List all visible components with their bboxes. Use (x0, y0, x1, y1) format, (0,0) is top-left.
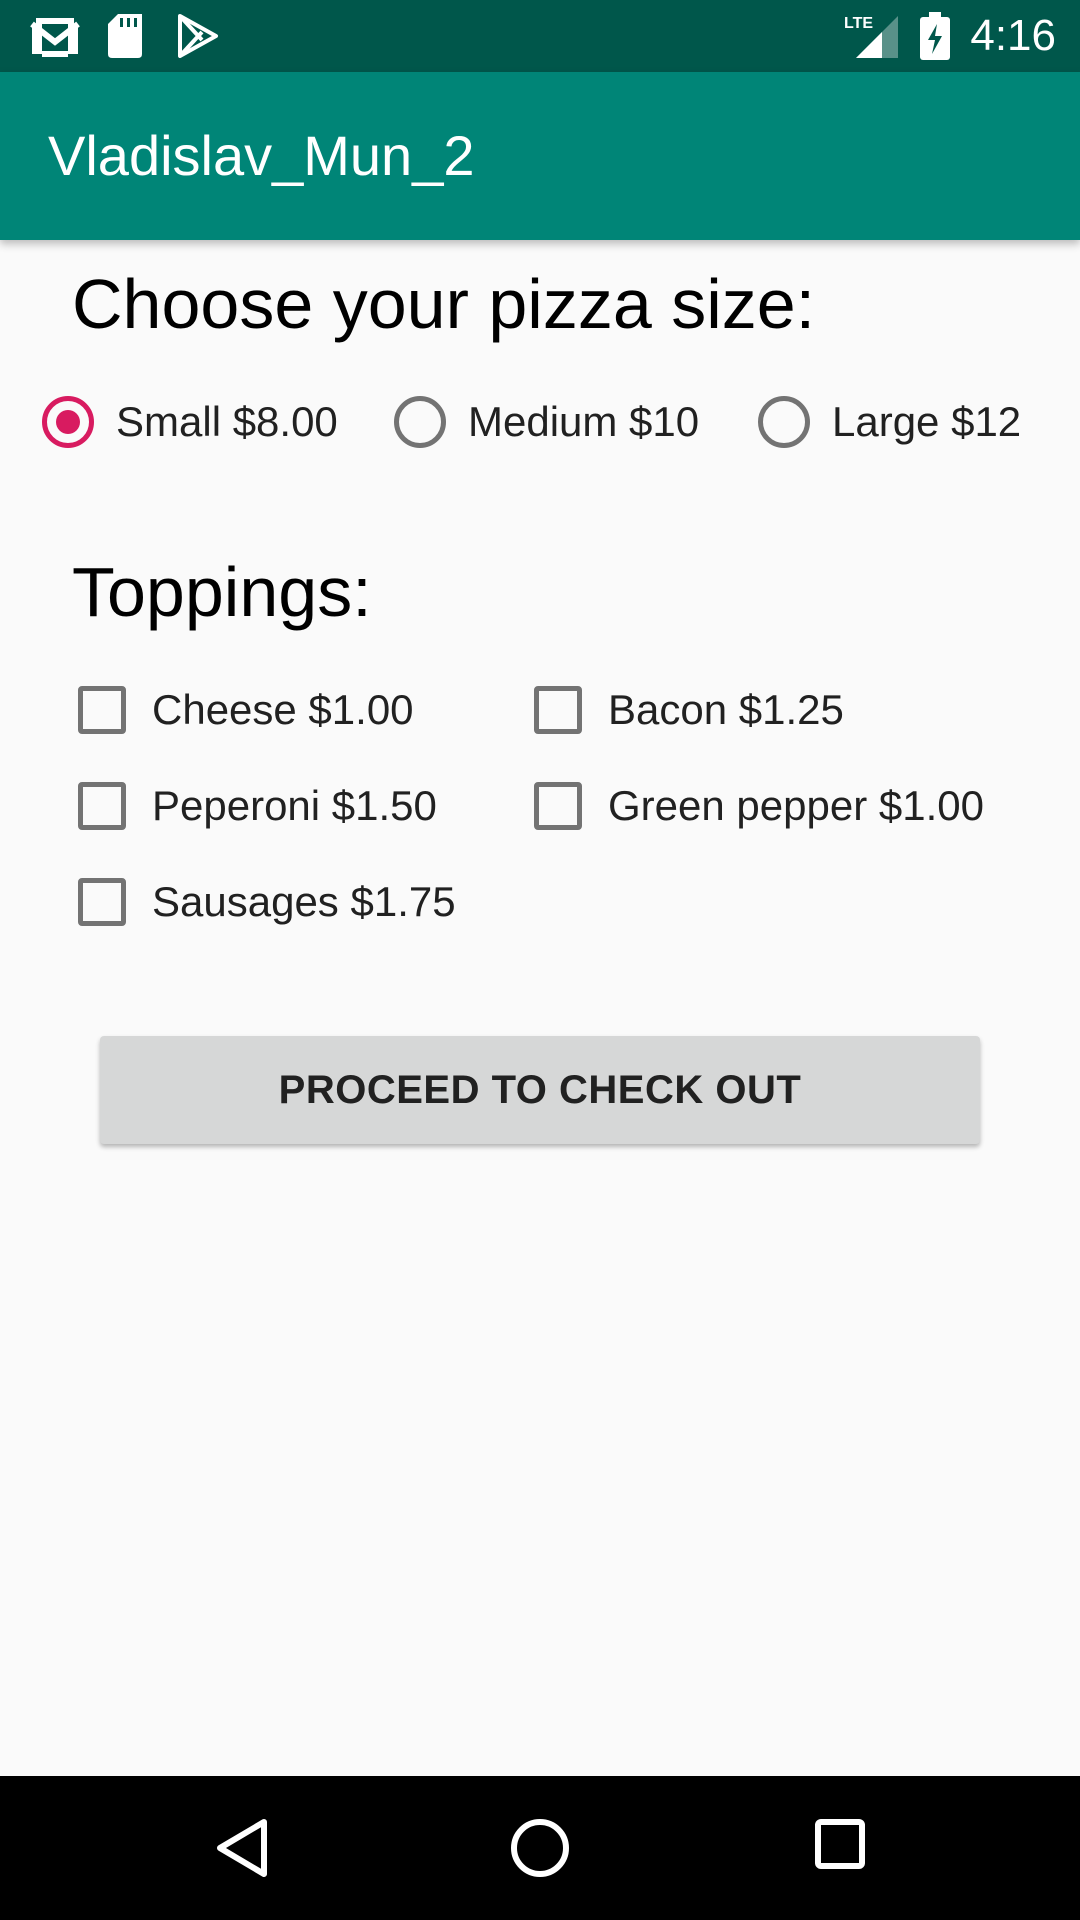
status-clock: 4:16 (970, 11, 1056, 60)
checkbox-icon[interactable] (78, 686, 126, 734)
battery-charging-icon (920, 12, 950, 65)
topping-checkbox-green-pepper[interactable]: Green pepper $1.00 (534, 778, 984, 834)
topping-checkbox-bacon[interactable]: Bacon $1.25 (534, 682, 844, 738)
topping-checkbox-cheese[interactable]: Cheese $1.00 (78, 682, 414, 738)
radio-button-icon[interactable] (394, 396, 446, 448)
size-radio-medium[interactable]: Medium $10 (394, 392, 699, 452)
size-radio-small[interactable]: Small $8.00 (42, 392, 338, 452)
gmail-icon (28, 14, 82, 63)
checkbox-icon[interactable] (78, 878, 126, 926)
home-icon[interactable] (508, 1816, 572, 1885)
pizza-size-heading: Choose your pizza size: (72, 265, 816, 343)
sd-card-icon (108, 14, 144, 63)
topping-peperoni-label: Peperoni $1.50 (152, 782, 437, 829)
svg-text:LTE: LTE (844, 15, 873, 32)
checkbox-icon[interactable] (534, 686, 582, 734)
recents-icon[interactable] (812, 1816, 868, 1877)
status-bar: LTE 4:16 (0, 0, 1080, 72)
lte-signal-icon: LTE (842, 12, 898, 63)
size-medium-label: Medium $10 (468, 398, 700, 445)
back-icon[interactable] (212, 1816, 272, 1885)
topping-bacon-label: Bacon $1.25 (608, 686, 844, 733)
topping-cheese-label: Cheese $1.00 (152, 686, 414, 733)
radio-button-icon[interactable] (758, 396, 810, 448)
play-store-icon (176, 14, 220, 63)
checkbox-icon[interactable] (78, 782, 126, 830)
size-large-label: Large $12 (832, 398, 1022, 445)
topping-checkbox-sausages[interactable]: Sausages $1.75 (78, 874, 456, 930)
app-title: Vladislav_Mun_2 (48, 124, 475, 187)
app-bar: Vladislav_Mun_2 (0, 72, 1080, 240)
size-small-label: Small $8.00 (116, 398, 338, 445)
toppings-heading: Toppings: (72, 553, 372, 631)
navigation-bar (0, 1776, 1080, 1920)
topping-sausages-label: Sausages $1.75 (152, 878, 456, 925)
proceed-to-checkout-button[interactable]: PROCEED TO CHECK OUT (100, 1036, 980, 1144)
size-radio-large[interactable]: Large $12 (758, 392, 1021, 452)
radio-button-icon[interactable] (42, 396, 94, 448)
checkbox-icon[interactable] (534, 782, 582, 830)
topping-green-pepper-label: Green pepper $1.00 (608, 782, 984, 829)
topping-checkbox-peperoni[interactable]: Peperoni $1.50 (78, 778, 437, 834)
